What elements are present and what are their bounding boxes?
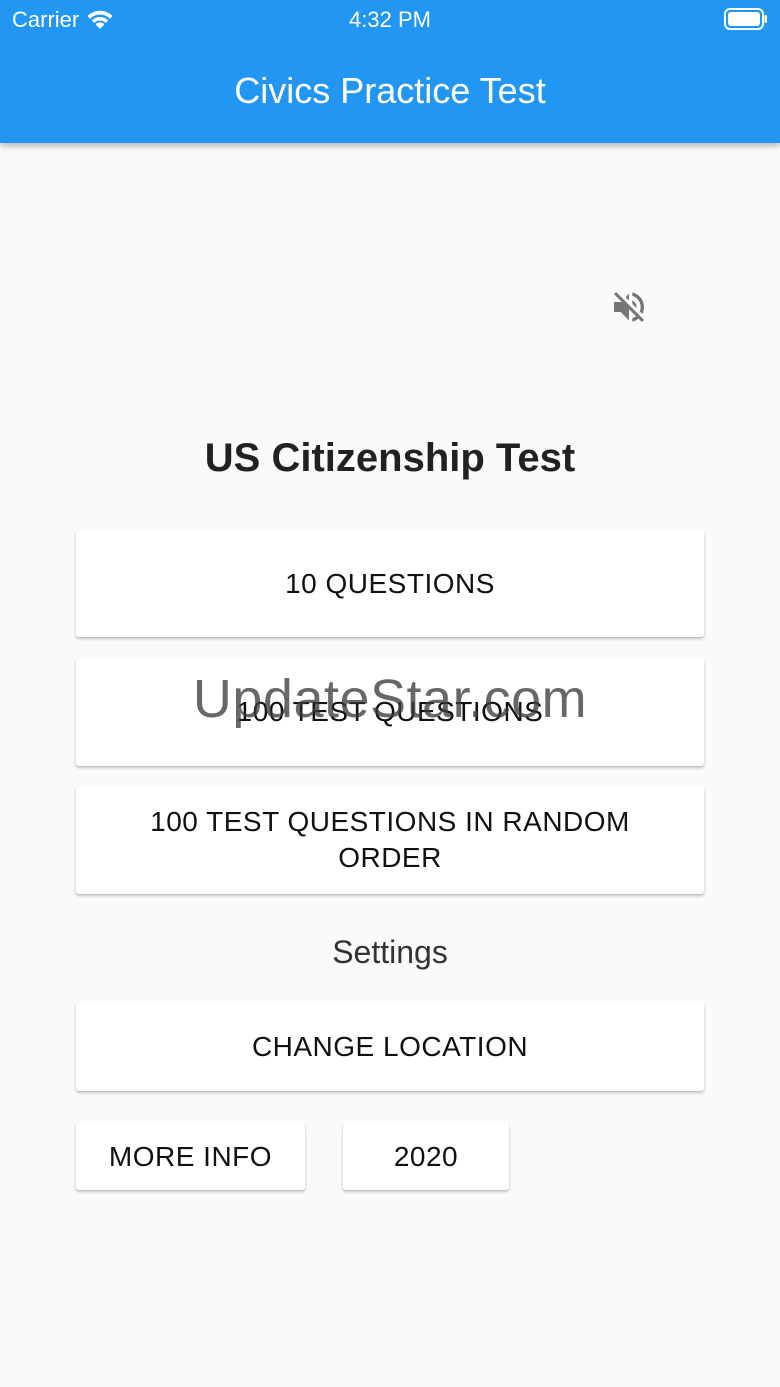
status-time: 4:32 PM [349,7,431,32]
year-button[interactable]: 2020 [343,1123,509,1190]
app-bar: Carrier 4:32 PM Civics Practice Test [0,0,780,143]
more-info-button[interactable]: MORE INFO [76,1123,305,1190]
hundred-questions-button[interactable]: 100 TEST QUESTIONS [76,658,704,766]
status-bar: Carrier 4:32 PM [0,0,780,40]
mute-toggle-button[interactable] [606,284,652,330]
page-heading: US Citizenship Test [204,436,576,480]
settings-label: Settings [332,934,448,970]
ten-questions-button[interactable]: 10 QUESTIONS [76,530,704,637]
battery-icon [724,8,767,30]
app-title: Civics Practice Test [234,70,546,111]
hundred-random-questions-button[interactable]: 100 TEST QUESTIONS IN RANDOM ORDER [76,786,704,894]
volume-off-icon [614,292,644,322]
change-location-button[interactable]: CHANGE LOCATION [76,1003,704,1091]
